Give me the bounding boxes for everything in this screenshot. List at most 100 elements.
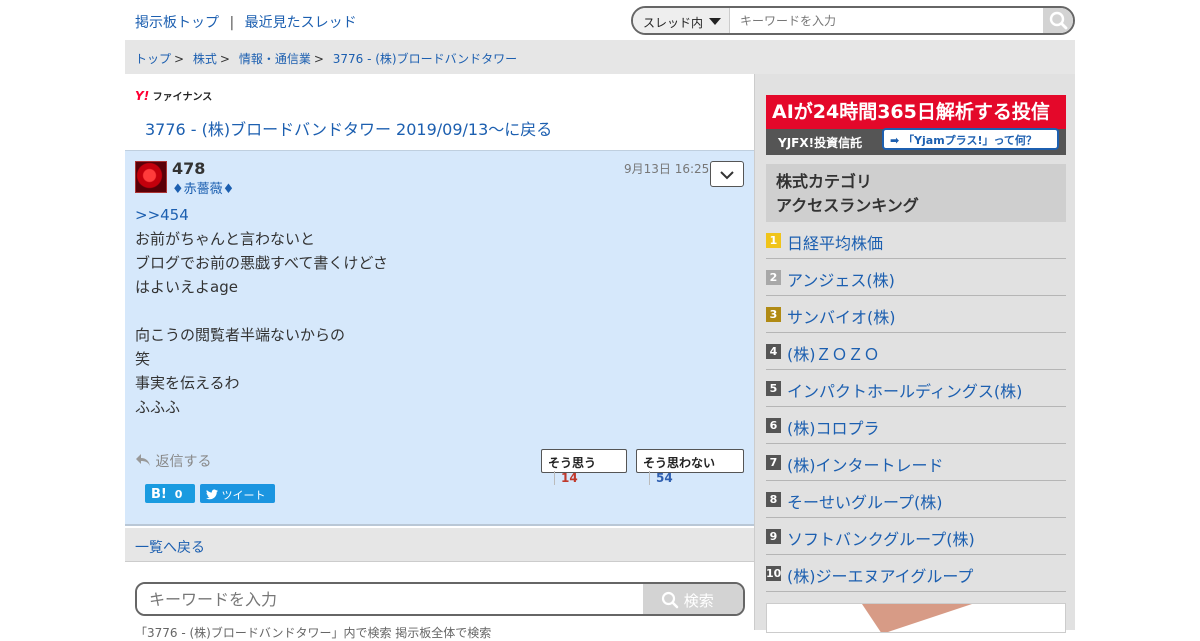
ranking-list: 1 日経平均株価 2 アンジェス(株) 3 サンバイオ(株) 4 (株)ＺＯＺＯ 5 インパクトホ…: [766, 222, 1066, 592]
breadcrumb-sector[interactable]: 情報・通信業: [239, 52, 311, 66]
post-body: >>454 お前がちゃんと言わないと ブログでお前の悪戯すべて書くけどさ はよい…: [135, 203, 388, 419]
post-body-line: お前がちゃんと言わないと: [135, 230, 316, 248]
ranking-item[interactable]: 4 (株)ＺＯＺＯ: [766, 333, 1066, 370]
brand-name: ファイナンス: [152, 92, 213, 103]
bottom-search: 検索: [135, 582, 745, 616]
disagree-count: 54: [649, 471, 673, 485]
search-scope-radios[interactable]: 「3776 - (株)ブロードバンドタワー」内で検索 掲示板全体で検索: [135, 624, 491, 641]
breadcrumb-stocks[interactable]: 株式: [193, 52, 217, 66]
top-links: 掲示板トップ | 最近見たスレッド: [135, 12, 357, 32]
tweet-label: ツイート: [221, 489, 266, 502]
rank-badge: 5: [766, 381, 781, 396]
ranking-item[interactable]: 3 サンバイオ(株): [766, 296, 1066, 333]
reply-anchor-link[interactable]: >>454: [135, 203, 388, 227]
ranking-item-name[interactable]: (株)インタートレード: [787, 452, 944, 476]
ranking-item[interactable]: 7 (株)インタートレード: [766, 444, 1066, 481]
agree-count: 14: [554, 471, 578, 485]
post-body-line: [135, 299, 388, 323]
ranking-item-name[interactable]: サンバイオ(株): [787, 304, 896, 328]
ranking-item-name[interactable]: ソフトバンクグループ(株): [787, 526, 975, 550]
sidebar: AIが24時間365日解析する投信 YJFX!投資信託 ➡ 「Yjamプラス!」…: [754, 74, 1075, 633]
agree-label: そう思う: [548, 456, 597, 470]
post-body-line: ブログでお前の悪戯すべて書くけどさ: [135, 254, 388, 272]
bottom-search-button-label: 検索: [683, 592, 714, 610]
ad-cta-button[interactable]: ➡ 「Yjamプラス!」って何？: [882, 128, 1059, 150]
hatena-icon: B!: [151, 487, 167, 502]
bottom-search-input[interactable]: [137, 584, 643, 614]
post-body-line: 向こうの閲覧者半端ないからの: [135, 326, 346, 344]
search-icon: [661, 591, 679, 609]
search-scope-label: スレッド内: [643, 16, 704, 30]
header: 掲示板トップ | 最近見たスレッド スレッド内: [125, 0, 1075, 40]
ad-headline: AIが24時間365日解析する投信: [772, 101, 1050, 123]
rank-badge: 2: [766, 270, 781, 285]
post-card: 478 ♦赤薔薇♦ 9月13日 16:25 >>454 お前がちゃんと言わないと…: [125, 150, 754, 526]
post-menu-button[interactable]: [710, 161, 744, 187]
ranking-item[interactable]: 10 (株)ジーエヌアイグループ: [766, 555, 1066, 592]
hatena-bookmark-button[interactable]: B! 0: [145, 484, 195, 503]
ranking-item-name[interactable]: アンジェス(株): [787, 267, 895, 291]
breadcrumb-board[interactable]: 3776 - (株)ブロードバンドタワー: [333, 52, 517, 66]
hatena-count: 0: [174, 488, 183, 501]
ranking-item[interactable]: 9 ソフトバンクグループ(株): [766, 518, 1066, 555]
rank-badge: 3: [766, 307, 781, 322]
ranking-item[interactable]: 6 (株)コロプラ: [766, 407, 1066, 444]
header-search: スレッド内: [631, 6, 1075, 35]
ad-image[interactable]: [766, 603, 1066, 633]
chevron-down-icon: [720, 171, 734, 180]
recent-threads-link[interactable]: 最近見たスレッド: [245, 15, 357, 31]
post-timestamp: 9月13日 16:25: [624, 162, 710, 176]
ranking-item-name[interactable]: 日経平均株価: [787, 230, 883, 254]
ranking-title-line2: アクセスランキング: [776, 196, 919, 215]
ranking-item-name[interactable]: そーせいグループ(株): [787, 489, 943, 513]
author-name[interactable]: ♦赤薔薇♦: [172, 178, 234, 197]
header-search-button[interactable]: [1043, 8, 1073, 33]
yahoo-finance-logo[interactable]: Y! ファイナンス: [135, 88, 212, 103]
ranking-item-name[interactable]: (株)コロプラ: [787, 415, 880, 439]
bottom-search-button[interactable]: 検索: [643, 584, 743, 614]
reply-label: 返信する: [155, 454, 212, 470]
ranking-item-name[interactable]: インパクトホールディングス(株): [787, 378, 1022, 402]
header-search-input[interactable]: [730, 8, 1043, 33]
ranking-item-name[interactable]: (株)ＺＯＺＯ: [787, 341, 880, 365]
disagree-button[interactable]: そう思わない54: [636, 449, 744, 485]
back-to-list-link[interactable]: 一覧へ戻る: [135, 540, 205, 556]
top-links-separator: |: [229, 15, 235, 31]
reply-icon: [136, 454, 150, 466]
post-body-line: 事実を伝えるわ: [135, 374, 240, 392]
rank-badge: 6: [766, 418, 781, 433]
ranking-item-name[interactable]: (株)ジーエヌアイグループ: [787, 563, 973, 587]
ad-cta-label: 「Yjamプラス!」って何？: [903, 134, 1037, 147]
avatar[interactable]: [135, 161, 167, 193]
rank-badge: 9: [766, 529, 781, 544]
ad-photo: [862, 604, 972, 632]
ad-banner[interactable]: AIが24時間365日解析する投信 YJFX!投資信託 ➡ 「Yjamプラス!」…: [766, 95, 1066, 155]
rank-badge: 4: [766, 344, 781, 359]
reply-button[interactable]: 返信する: [135, 451, 211, 471]
ranking-title-line1: 株式カテゴリ: [776, 172, 873, 191]
ranking-item[interactable]: 1 日経平均株価: [766, 222, 1066, 259]
caret-down-icon: [709, 18, 721, 25]
twitter-bird-icon: [206, 489, 218, 500]
breadcrumb-top[interactable]: トップ: [135, 52, 171, 66]
agree-button[interactable]: そう思う14: [541, 449, 627, 485]
back-to-board-link[interactable]: 3776 - (株)ブロードバンドタワー 2019/09/13〜に戻る: [145, 116, 552, 140]
rank-badge: 8: [766, 492, 781, 507]
search-scope-select[interactable]: スレッド内: [633, 8, 730, 33]
search-icon: [1049, 11, 1068, 30]
tweet-button[interactable]: ツイート: [200, 484, 275, 503]
ranking-item[interactable]: 8 そーせいグループ(株): [766, 481, 1066, 518]
ad-brand: YJFX!投資信託: [778, 136, 863, 150]
breadcrumb-separator: >: [313, 52, 324, 66]
ranking-item[interactable]: 2 アンジェス(株): [766, 259, 1066, 296]
post-body-line: ふふふ: [135, 398, 181, 416]
arrow-right-icon: ➡: [890, 134, 900, 147]
ranking-item[interactable]: 5 インパクトホールディングス(株): [766, 370, 1066, 407]
breadcrumb-separator: >: [174, 52, 185, 66]
rank-badge: 10: [766, 566, 782, 581]
board-top-link[interactable]: 掲示板トップ: [135, 15, 219, 31]
ranking-header: 株式カテゴリ アクセスランキング: [766, 164, 1066, 222]
rank-badge: 7: [766, 455, 781, 470]
back-to-list-bar: 一覧へ戻る: [125, 528, 754, 562]
rank-badge: 1: [766, 233, 781, 248]
